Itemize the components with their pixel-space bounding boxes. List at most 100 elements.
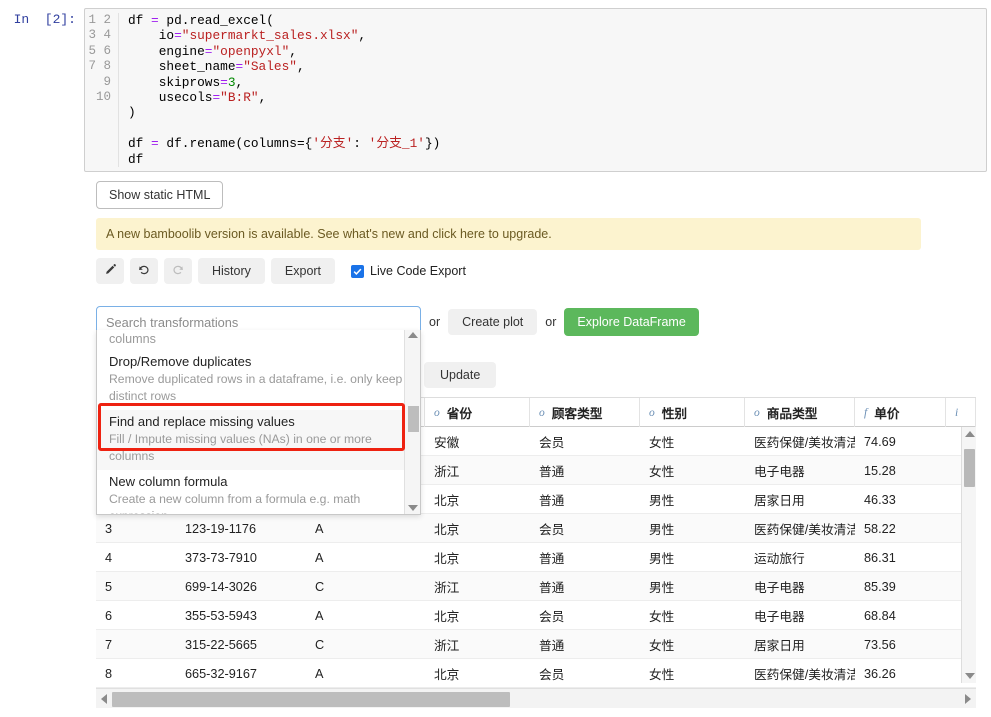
table-cell [366,601,425,630]
table-cell: 男性 [649,581,675,595]
table-cell: 浙江 [434,581,460,595]
code-token: , [296,59,305,75]
column-label: 性别 [661,407,688,421]
code-token: df [128,13,152,28]
table-cell: 73.56 [864,637,896,652]
live-code-export-toggle[interactable]: Live Code Export [351,264,466,278]
undo-icon [137,263,151,280]
table-cell: 男性 [649,552,675,566]
table-header-cell[interactable]: o 顾客类型 [530,398,640,427]
table-cell: 居家日用 [754,494,805,508]
table-row[interactable]: 8 665-32-9167 A 北京 会员 女性 医药保健/美妆清洁 36.26 [96,659,976,688]
dropdown-item[interactable]: Drop/Remove duplicates Remove duplicated … [97,350,420,410]
table-cell: 男性 [649,494,675,508]
horizontal-scroll-track[interactable] [112,689,960,709]
table-header-cell[interactable]: i [946,398,976,427]
table-cell: 74.69 [864,434,896,449]
table-vertical-scrollbar[interactable] [961,427,976,683]
show-static-html-button[interactable]: Show static HTML [96,181,224,210]
column-label: 商品类型 [766,407,818,421]
table-cell: 58.22 [864,521,896,536]
table-cell: 4 [105,550,113,565]
table-cell: 医药保健/美妆清洁 [754,436,855,450]
dropdown-item[interactable]: New column formula Create a new column fr… [97,470,420,514]
pencil-icon-button[interactable] [96,258,124,285]
code-token: ) [128,105,136,121]
table-cell: 普通 [539,552,565,566]
code-token: df [128,151,144,167]
dropdown-item-description: Remove duplicated rows in a dataframe, i… [109,372,403,403]
table-cell: 会员 [539,668,565,682]
table-row[interactable]: 4 373-73-7910 A 北京 普通 男性 运动旅行 86.31 [96,543,976,572]
horizontal-scroll-thumb[interactable] [112,691,510,707]
dropdown-scrollbar[interactable] [404,330,420,514]
table-row[interactable]: 7 315-22-5665 C 浙江 普通 女性 居家日用 73.56 [96,630,976,659]
table-row[interactable]: 5 699-14-3026 C 浙江 普通 男性 电子电器 85.39 [96,572,976,601]
dropdown-item-title: New column formula [109,474,228,489]
table-cell: 北京 [434,523,460,537]
table-cell: 36.26 [864,666,896,681]
table-cell: 普通 [539,581,565,595]
dropdown-scroll-thumb[interactable] [408,406,419,432]
table-cell: 699-14-3026 [185,579,257,594]
table-cell: 355-53-5943 [185,608,257,623]
column-dtype-icon: o [754,406,760,419]
transformation-toolbar: History Export Live Code Export [96,258,991,285]
table-cell: 665-32-9167 [185,666,257,681]
table-cell: 安徽 [434,436,460,450]
table-cell [366,630,425,659]
table-header-cell[interactable]: o 性别 [640,398,745,427]
table-header-cell[interactable]: f 单价 [855,398,946,427]
scroll-up-arrow-icon[interactable] [962,427,976,441]
code-token: "openpyxl" [212,43,290,59]
table-cell: 7 [105,637,113,652]
code-token: , [358,28,367,44]
dropdown-scroll-up-icon[interactable] [405,332,420,338]
dropdown-item-description: Fill / Impute missing values (NAs) in on… [109,432,372,463]
table-cell: A [315,608,324,623]
table-horizontal-scrollbar[interactable] [96,688,976,708]
redo-icon-button[interactable] [164,258,192,285]
code-token: = [151,13,167,28]
table-cell: 123-19-1176 [185,521,257,536]
version-upgrade-banner[interactable]: A new bamboolib version is available. Se… [96,218,921,251]
code-token: "Sales" [243,59,297,75]
table-row[interactable]: 3 123-19-1176 A 北京 会员 男性 医药保健/美妆清洁 58.22 [96,514,976,543]
table-cell: 373-73-7910 [185,550,257,565]
pencil-icon [104,263,117,279]
banner-text: A new bamboolib version is available. Se… [106,227,552,242]
undo-icon-button[interactable] [130,258,158,285]
transformations-dropdown[interactable]: columns Drop/Remove duplicates Remove dupl… [96,330,421,515]
create-plot-button[interactable]: Create plot [448,309,538,336]
code-source[interactable]: df = pd.read_excel( io="supermarkt_sales… [119,13,440,167]
line-number-gutter: 1 2 3 4 5 6 7 8 9 10 [85,13,119,168]
explore-dataframe-button[interactable]: Explore DataFrame [564,308,699,337]
dropdown-item[interactable]: Find and replace missing values Fill / Im… [97,410,420,470]
table-row[interactable]: 6 355-53-5943 A 北京 会员 女性 电子电器 68.84 [96,601,976,630]
checkbox-checked-icon[interactable] [351,264,365,278]
column-label: 省份 [446,407,473,421]
table-cell: 86.31 [864,550,896,565]
table-cell: 5 [105,579,113,594]
table-cell: 医药保健/美妆清洁 [754,668,855,682]
code-token: '分支_1' [368,136,425,152]
update-button[interactable]: Update [424,362,497,388]
table-header-cell[interactable]: o 商品类型 [745,398,855,427]
history-button[interactable]: History [198,258,265,285]
scroll-down-arrow-icon[interactable] [962,669,976,683]
code-token: '分支' [312,136,354,152]
table-header-cell[interactable]: o 省份 [425,398,530,427]
table-cell: 北京 [434,668,460,682]
code-editor[interactable]: 1 2 3 4 5 6 7 8 9 10 df = pd.read_excel(… [84,8,987,173]
scroll-left-arrow-icon[interactable] [96,689,112,709]
table-cell: 北京 [434,494,460,508]
table-cell: 女性 [649,465,675,479]
table-cell: A [315,550,324,565]
code-token: "supermarkt_sales.xlsx" [181,28,359,44]
code-token: = [151,136,167,152]
vertical-scroll-thumb[interactable] [964,449,975,487]
export-button[interactable]: Export [270,258,336,285]
scroll-right-arrow-icon[interactable] [960,689,976,709]
dropdown-scroll-down-icon[interactable] [405,505,420,511]
or-separator-2: or [545,315,557,330]
